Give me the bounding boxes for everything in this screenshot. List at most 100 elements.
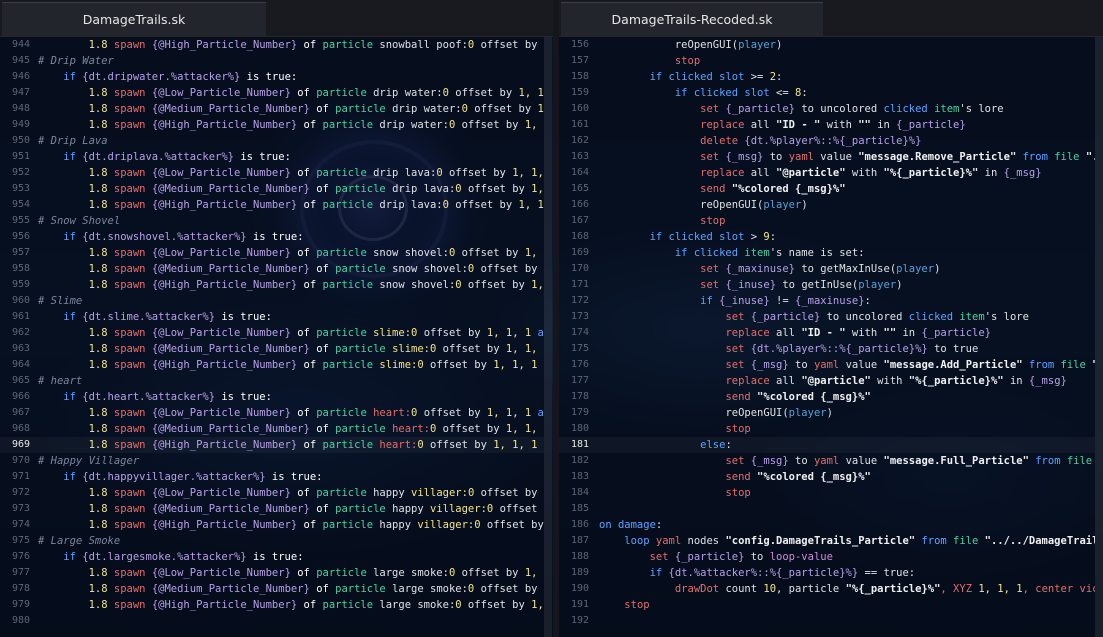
code-line[interactable]: 945 # Drip Water <box>0 53 544 69</box>
code-text: # heart <box>38 373 82 389</box>
code-line[interactable]: 964 1.8 spawn {@High_Particle_Number} of… <box>0 357 544 373</box>
code-line[interactable]: 971 if {dt.happyvillager.%attacker%} is … <box>0 469 544 485</box>
code-line[interactable]: 949 1.8 spawn {@High_Particle_Number} of… <box>0 117 544 133</box>
code-line[interactable]: 160 set {_particle} to uncolored clicked… <box>559 101 1095 117</box>
code-line[interactable]: 162 delete {dt.%player%::%{_particle}%} <box>559 133 1095 149</box>
code-line[interactable]: 161 replace all "ID - " with "" in {_par… <box>559 117 1095 133</box>
code-line[interactable]: 972 1.8 spawn {@Low_Particle_Number} of … <box>0 485 544 501</box>
code-line[interactable]: 953 1.8 spawn {@Medium_Particle_Number} … <box>0 181 544 197</box>
code-line[interactable]: 187 loop yaml nodes "config.DamageTrails… <box>559 533 1095 549</box>
code-line[interactable]: 961 if {dt.slime.%attacker%} is true: <box>0 309 544 325</box>
code-line[interactable]: 183 send "%colored {_msg}%" <box>559 469 1095 485</box>
code-text: 1.8 spawn {@Low_Particle_Number} of part… <box>38 325 544 341</box>
code-line[interactable]: 156 reOpenGUI(player) <box>559 37 1095 53</box>
code-line[interactable]: 976 if {dt.largesmoke.%attacker%} is tru… <box>0 549 544 565</box>
code-line[interactable]: 952 1.8 spawn {@Low_Particle_Number} of … <box>0 165 544 181</box>
code-line[interactable]: 184 stop <box>559 485 1095 501</box>
code-line[interactable]: 956 if {dt.snowshovel.%attacker%} is tru… <box>0 229 544 245</box>
code-line[interactable]: 170 set {_maxinuse} to getMaxInUse(playe… <box>559 261 1095 277</box>
code-line[interactable]: 957 1.8 spawn {@Low_Particle_Number} of … <box>0 245 544 261</box>
left-code-area[interactable]: 944 1.8 spawn {@High_Particle_Number} of… <box>0 37 544 629</box>
code-line[interactable]: 164 replace all "@particle" with "%{_par… <box>559 165 1095 181</box>
code-line[interactable]: 189 if {dt.%attacker%::%{_particle}%} ==… <box>559 565 1095 581</box>
code-line[interactable]: 948 1.8 spawn {@Medium_Particle_Number} … <box>0 101 544 117</box>
code-line[interactable]: 178 send "%colored {_msg}%" <box>559 389 1095 405</box>
code-line[interactable]: 977 1.8 spawn {@Low_Particle_Number} of … <box>0 565 544 581</box>
code-line[interactable]: 969 1.8 spawn {@High_Particle_Number} of… <box>0 437 544 453</box>
right-code-area[interactable]: 156 reOpenGUI(player) 157 stop 158 if clic… <box>559 37 1095 629</box>
code-line[interactable]: 978 1.8 spawn {@Medium_Particle_Number} … <box>0 581 544 597</box>
code-text: set {dt.%player%::%{_particle}%} to true <box>599 341 978 357</box>
code-line[interactable]: 168 if clicked slot > 9: <box>559 229 1095 245</box>
code-token: {@High_Particle_Number} <box>151 39 304 51</box>
code-line[interactable]: 946 if {dt.dripwater.%attacker%} is true… <box>0 69 544 85</box>
code-line[interactable]: 960 # Slime <box>0 293 544 309</box>
code-text: 1.8 spawn {@Medium_Particle_Number} of p… <box>38 101 544 117</box>
code-line[interactable]: 172 if {_inuse} != {_maxinuse}: <box>559 293 1095 309</box>
line-number: 179 <box>570 407 589 418</box>
code-line[interactable]: 169 if clicked item's name is set: <box>559 245 1095 261</box>
code-line[interactable]: 970 # Happy Villager <box>0 453 544 469</box>
code-line[interactable]: 975 # Large Smoke <box>0 533 544 549</box>
code-line[interactable]: 947 1.8 spawn {@Low_Particle_Number} of … <box>0 85 544 101</box>
code-line[interactable]: 165 send "%colored {_msg}%" <box>559 181 1095 197</box>
code-line[interactable]: 176 set {_msg} to yaml value "message.Ad… <box>559 357 1095 373</box>
code-line[interactable]: 980 <box>0 613 544 629</box>
code-token: 1, 1, <box>531 599 544 611</box>
code-line[interactable]: 963 1.8 spawn {@Medium_Particle_Number} … <box>0 341 544 357</box>
code-line[interactable]: 158 if clicked slot >= 2: <box>559 69 1095 85</box>
code-line[interactable]: 159 if clicked slot <= 8: <box>559 85 1095 101</box>
code-line[interactable]: 185 <box>559 501 1095 517</box>
tab-damagetrails[interactable]: DamageTrails.sk <box>2 2 266 36</box>
code-line[interactable]: 180 stop <box>559 421 1095 437</box>
code-line[interactable]: 959 1.8 spawn {@High_Particle_Number} of… <box>0 277 544 293</box>
code-token: spawn <box>113 247 152 259</box>
code-line[interactable]: 174 replace all "ID - " with "" in {_par… <box>559 325 1095 341</box>
code-line[interactable]: 973 1.8 spawn {@Medium_Particle_Number} … <box>0 501 544 517</box>
code-line[interactable]: 967 1.8 spawn {@Low_Particle_Number} of … <box>0 405 544 421</box>
code-line[interactable]: 179 reOpenGUI(player) <box>559 405 1095 421</box>
left-scrollbar[interactable] <box>544 37 552 637</box>
code-line[interactable]: 173 set {_particle} to uncolored clicked… <box>559 309 1095 325</box>
code-line[interactable]: 163 set {_msg} to yaml value "message.Re… <box>559 149 1095 165</box>
code-line[interactable]: 191 stop <box>559 597 1095 613</box>
code-token: offset by <box>430 359 494 371</box>
code-line[interactable]: 167 stop <box>559 213 1095 229</box>
left-editor-pane[interactable]: 944 1.8 spawn {@High_Particle_Number} of… <box>0 37 544 637</box>
code-line[interactable]: 950 # Drip Lava <box>0 133 544 149</box>
code-line[interactable]: 968 1.8 spawn {@Medium_Particle_Number} … <box>0 421 544 437</box>
tab-damagetrails-recoded[interactable]: DamageTrails-Recoded.sk <box>561 2 823 36</box>
code-line[interactable]: 979 1.8 spawn {@High_Particle_Number} of… <box>0 597 544 613</box>
code-line[interactable]: 962 1.8 spawn {@Low_Particle_Number} of … <box>0 325 544 341</box>
code-line[interactable]: 177 replace all "@particle" with "%{_par… <box>559 373 1095 389</box>
code-line[interactable]: 181 else: <box>559 437 1095 453</box>
code-line[interactable]: 954 1.8 spawn {@High_Particle_Number} of… <box>0 197 544 213</box>
code-line[interactable]: 192 <box>559 613 1095 629</box>
code-text: if clicked item's name is set: <box>599 245 865 261</box>
code-line[interactable]: 188 set {_particle} to loop-value <box>559 549 1095 565</box>
code-token: # Snow Shovel <box>38 215 121 227</box>
right-editor-pane[interactable]: 156 reOpenGUI(player) 157 stop 158 if clic… <box>559 37 1095 637</box>
code-line[interactable]: 965 # heart <box>0 373 544 389</box>
code-line[interactable]: 955 # Snow Shovel <box>0 213 544 229</box>
code-token: : <box>776 71 783 83</box>
code-line[interactable]: 974 1.8 spawn {@High_Particle_Number} of… <box>0 517 544 533</box>
code-line[interactable]: 966 if {dt.heart.%attacker%} is true: <box>0 389 544 405</box>
right-scrollbar[interactable] <box>1095 37 1103 637</box>
code-line[interactable]: 157 stop <box>559 53 1095 69</box>
code-line[interactable]: 166 reOpenGUI(player) <box>559 197 1095 213</box>
code-line[interactable]: 958 1.8 spawn {@Medium_Particle_Number} … <box>0 261 544 277</box>
code-line[interactable]: 175 set {dt.%player%::%{_particle}%} to … <box>559 341 1095 357</box>
code-line[interactable]: 182 set {_msg} to yaml value "message.Fu… <box>559 453 1095 469</box>
code-line[interactable]: 951 if {dt.driplava.%attacker%} is true: <box>0 149 544 165</box>
code-line[interactable]: 186 on damage: <box>559 517 1095 533</box>
code-token: send <box>725 391 758 403</box>
code-line[interactable]: 944 1.8 spawn {@High_Particle_Number} of… <box>0 37 544 53</box>
code-line[interactable]: 190 drawDot count 10, particle "%{_parti… <box>559 581 1095 597</box>
code-token: particle <box>322 199 380 211</box>
code-token: of <box>316 423 336 435</box>
code-line[interactable]: 171 set {_inuse} to getInUse(player) <box>559 277 1095 293</box>
